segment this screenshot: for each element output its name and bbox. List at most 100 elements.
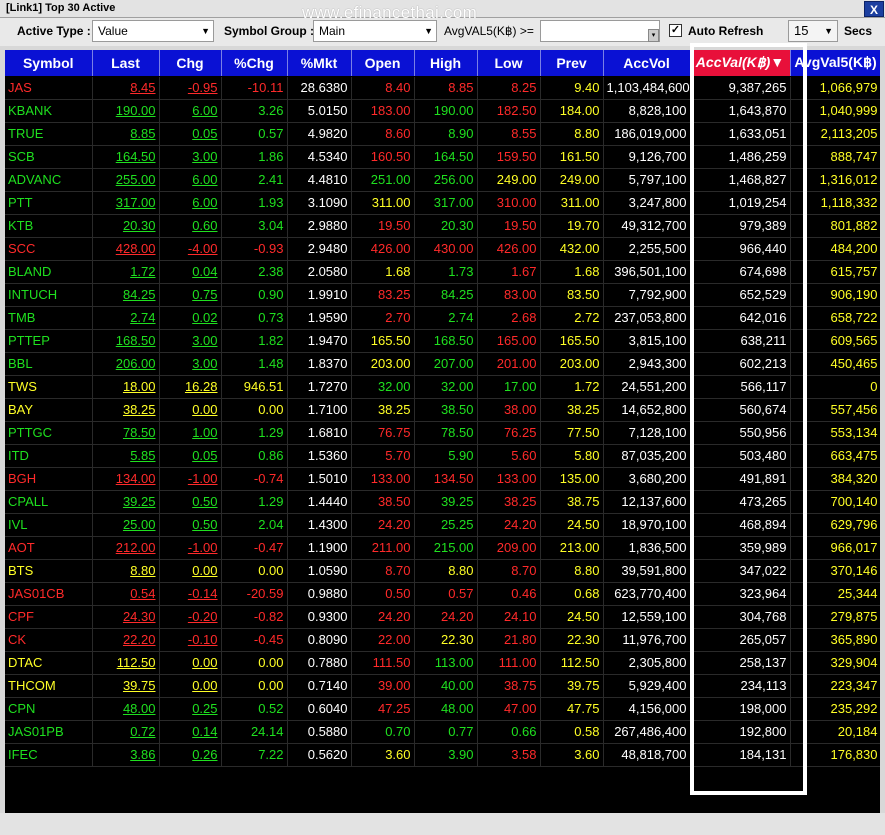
table-cell-chg[interactable]: 0.02	[159, 306, 222, 330]
table-cell-symbol[interactable]: PTTEP	[5, 329, 93, 353]
table-cell-chg[interactable]: 0.26	[159, 743, 222, 767]
table-row[interactable]: AOT 212.00 -1.00 -0.47 1.1900 211.00 215.00 209…	[5, 536, 880, 560]
col-header-open[interactable]: Open	[351, 50, 415, 77]
table-cell-last[interactable]: 8.80	[92, 559, 160, 583]
table-row[interactable]: BGH 134.00 -1.00 -0.74 1.5010 133.00 134.50 133…	[5, 467, 880, 491]
table-row[interactable]: CK 22.20 -0.10 -0.45 0.8090 22.00 22.30 21.80 22…	[5, 628, 880, 652]
table-cell-chg[interactable]: 1.00	[159, 421, 222, 445]
table-cell-symbol[interactable]: BAY	[5, 398, 93, 422]
table-cell-symbol[interactable]: TRUE	[5, 122, 93, 146]
horizontal-scrollbar[interactable]	[0, 813, 885, 835]
auto-refresh-checkbox[interactable]: ✓	[669, 24, 682, 37]
table-cell-chg[interactable]: 0.14	[159, 720, 222, 744]
table-cell-symbol[interactable]: CK	[5, 628, 93, 652]
table-cell-symbol[interactable]: TWS	[5, 375, 93, 399]
col-header-low[interactable]: Low	[477, 50, 541, 77]
table-cell-last[interactable]: 212.00	[92, 536, 160, 560]
table-row[interactable]: INTUCH 84.25 0.75 0.90 1.9910 83.25 84.25 83.00…	[5, 283, 880, 307]
table-row[interactable]: CPN 48.00 0.25 0.52 0.6040 47.25 48.00 47.00 47.…	[5, 697, 880, 721]
table-cell-symbol[interactable]: AOT	[5, 536, 93, 560]
table-cell-last[interactable]: 428.00	[92, 237, 160, 261]
col-header-prev[interactable]: Prev	[540, 50, 604, 77]
table-cell-chg[interactable]: -0.14	[159, 582, 222, 606]
table-cell-chg[interactable]: 0.00	[159, 674, 222, 698]
col-header-pct-mkt[interactable]: %Mkt	[287, 50, 352, 77]
table-cell-last[interactable]: 1.72	[92, 260, 160, 284]
table-row[interactable]: DTAC 112.50 0.00 0.00 0.7880 111.50 113.00 111.…	[5, 651, 880, 675]
table-cell-symbol[interactable]: INTUCH	[5, 283, 93, 307]
table-row[interactable]: KTB 20.30 0.60 3.04 2.9880 19.50 20.30 19.50 19.…	[5, 214, 880, 238]
table-row[interactable]: ADVANC 255.00 6.00 2.41 4.4810 251.00 256.00 24…	[5, 168, 880, 192]
table-cell-chg[interactable]: 6.00	[159, 191, 222, 215]
col-header-accvol[interactable]: AccVol	[603, 50, 691, 77]
table-cell-last[interactable]: 112.50	[92, 651, 160, 675]
table-cell-symbol[interactable]: JAS01CB	[5, 582, 93, 606]
close-icon[interactable]: X	[864, 1, 884, 17]
table-row[interactable]: SCB 164.50 3.00 1.86 4.5340 160.50 164.50 159.5…	[5, 145, 880, 169]
table-cell-chg[interactable]: 6.00	[159, 168, 222, 192]
col-header-last[interactable]: Last	[92, 50, 160, 77]
table-cell-last[interactable]: 0.54	[92, 582, 160, 606]
table-cell-chg[interactable]: 0.00	[159, 398, 222, 422]
table-cell-last[interactable]: 38.25	[92, 398, 160, 422]
table-cell-last[interactable]: 78.50	[92, 421, 160, 445]
table-cell-last[interactable]: 20.30	[92, 214, 160, 238]
table-cell-chg[interactable]: 6.00	[159, 99, 222, 123]
table-cell-last[interactable]: 25.00	[92, 513, 160, 537]
table-cell-last[interactable]: 168.50	[92, 329, 160, 353]
table-row[interactable]: JAS01PB 0.72 0.14 24.14 0.5880 0.70 0.77 0.66 0.…	[5, 720, 880, 744]
table-cell-chg[interactable]: 0.50	[159, 513, 222, 537]
table-cell-last[interactable]: 84.25	[92, 283, 160, 307]
table-cell-last[interactable]: 48.00	[92, 697, 160, 721]
table-row[interactable]: BTS 8.80 0.00 0.00 1.0590 8.70 8.80 8.70 8.80 39,…	[5, 559, 880, 583]
table-cell-symbol[interactable]: DTAC	[5, 651, 93, 675]
table-cell-chg[interactable]: 0.05	[159, 122, 222, 146]
table-cell-last[interactable]: 206.00	[92, 352, 160, 376]
table-row[interactable]: TWS 18.00 16.28 946.51 1.7270 32.00 32.00 17.00…	[5, 375, 880, 399]
table-row[interactable]: CPF 24.30 -0.20 -0.82 0.9300 24.20 24.20 24.10 2…	[5, 605, 880, 629]
symbol-group-select[interactable]: Main ▼	[313, 20, 437, 42]
table-row[interactable]: IVL 25.00 0.50 2.04 1.4300 24.20 25.25 24.20 24.…	[5, 513, 880, 537]
table-cell-symbol[interactable]: THCOM	[5, 674, 93, 698]
col-header-high[interactable]: High	[414, 50, 478, 77]
table-cell-last[interactable]: 22.20	[92, 628, 160, 652]
table-cell-symbol[interactable]: IVL	[5, 513, 93, 537]
table-cell-symbol[interactable]: PTT	[5, 191, 93, 215]
table-row[interactable]: BAY 38.25 0.00 0.00 1.7100 38.25 38.50 38.00 38.…	[5, 398, 880, 422]
table-cell-symbol[interactable]: BBL	[5, 352, 93, 376]
col-header-pct-chg[interactable]: %Chg	[221, 50, 288, 77]
table-row[interactable]: TMB 2.74 0.02 0.73 1.9590 2.70 2.74 2.68 2.72 237…	[5, 306, 880, 330]
refresh-interval-select[interactable]: 15 ▼	[788, 20, 838, 42]
spinner-icon[interactable]: ▾	[648, 29, 659, 42]
table-cell-chg[interactable]: 0.25	[159, 697, 222, 721]
table-cell-chg[interactable]: -0.95	[159, 76, 222, 100]
table-cell-symbol[interactable]: SCB	[5, 145, 93, 169]
table-cell-symbol[interactable]: CPN	[5, 697, 93, 721]
table-cell-symbol[interactable]: TMB	[5, 306, 93, 330]
table-cell-symbol[interactable]: IFEC	[5, 743, 93, 767]
table-cell-last[interactable]: 190.00	[92, 99, 160, 123]
table-cell-symbol[interactable]: JAS	[5, 76, 93, 100]
table-cell-symbol[interactable]: BLAND	[5, 260, 93, 284]
table-cell-symbol[interactable]: ADVANC	[5, 168, 93, 192]
table-row[interactable]: BLAND 1.72 0.04 2.38 2.0580 1.68 1.73 1.67 1.68 3…	[5, 260, 880, 284]
table-row[interactable]: JAS01CB 0.54 -0.14 -20.59 0.9880 0.50 0.57 0.46…	[5, 582, 880, 606]
table-cell-last[interactable]: 134.00	[92, 467, 160, 491]
table-cell-chg[interactable]: 0.00	[159, 651, 222, 675]
table-cell-chg[interactable]: 0.75	[159, 283, 222, 307]
table-cell-chg[interactable]: 3.00	[159, 329, 222, 353]
table-row[interactable]: THCOM 39.75 0.00 0.00 0.7140 39.00 40.00 38.75 3…	[5, 674, 880, 698]
table-row[interactable]: IFEC 3.86 0.26 7.22 0.5620 3.60 3.90 3.58 3.60 48…	[5, 743, 880, 767]
table-row[interactable]: KBANK 190.00 6.00 3.26 5.0150 183.00 190.00 182…	[5, 99, 880, 123]
table-cell-symbol[interactable]: CPF	[5, 605, 93, 629]
col-header-symbol[interactable]: Symbol	[5, 50, 93, 77]
table-cell-symbol[interactable]: BTS	[5, 559, 93, 583]
table-cell-symbol[interactable]: KBANK	[5, 99, 93, 123]
table-row[interactable]: ITD 5.85 0.05 0.86 1.5360 5.70 5.90 5.60 5.80 87,…	[5, 444, 880, 468]
table-cell-last[interactable]: 8.85	[92, 122, 160, 146]
table-row[interactable]: PTTEP 168.50 3.00 1.82 1.9470 165.50 168.50 165…	[5, 329, 880, 353]
table-row[interactable]: PTTGC 78.50 1.00 1.29 1.6810 76.75 78.50 76.25 7…	[5, 421, 880, 445]
table-row[interactable]: CPALL 39.25 0.50 1.29 1.4440 38.50 39.25 38.25 3…	[5, 490, 880, 514]
table-cell-chg[interactable]: -0.10	[159, 628, 222, 652]
table-cell-chg[interactable]: 16.28	[159, 375, 222, 399]
